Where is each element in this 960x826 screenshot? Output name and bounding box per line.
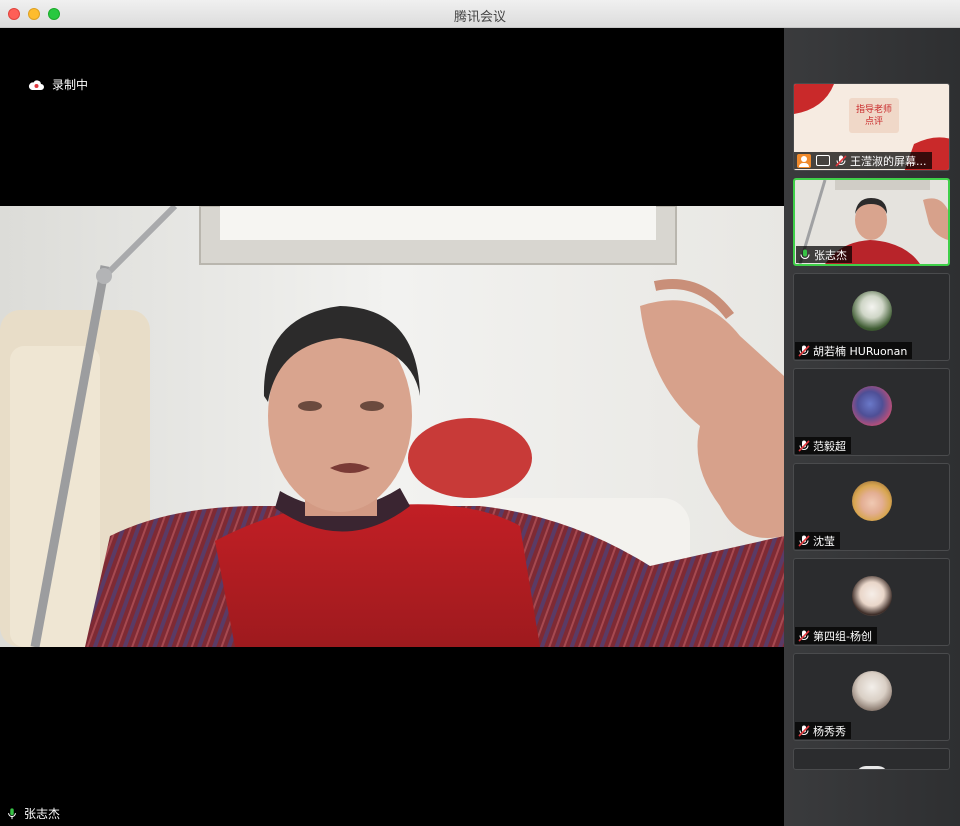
user-icon xyxy=(797,153,811,168)
participant-tile[interactable]: 张志杰 xyxy=(793,178,950,266)
participant-tile[interactable]: 沈莹 xyxy=(793,463,950,551)
participant-tile-partial[interactable] xyxy=(793,748,950,770)
participant-label: 张志杰 xyxy=(796,246,852,263)
avatar xyxy=(852,671,892,711)
screen-share-name: 王滢淑的屏幕... xyxy=(850,154,927,168)
participant-name: 张志杰 xyxy=(814,248,847,262)
microphone-muted-icon xyxy=(835,154,847,167)
participant-label: 第四组-杨创 xyxy=(795,627,877,644)
participant-label: 范毅超 xyxy=(795,437,851,454)
microphone-icon xyxy=(800,249,810,259)
main-speaker-name: 张志杰 xyxy=(24,807,61,821)
speaker-video-frame xyxy=(0,206,784,647)
window-title: 腾讯会议 xyxy=(453,10,506,25)
participant-name: 胡若楠 HURuonan xyxy=(813,344,908,358)
participant-name: 沈莹 xyxy=(813,534,835,548)
microphone-icon xyxy=(8,807,16,819)
microphone-muted-icon xyxy=(798,629,810,642)
main-stage: 录制中 张志杰 xyxy=(0,28,784,826)
participant-name: 第四组-杨创 xyxy=(813,629,872,643)
recording-label: 录制中 xyxy=(52,78,89,92)
avatar xyxy=(852,386,892,426)
microphone-muted-icon xyxy=(798,534,810,547)
participant-label: 杨秀秀 xyxy=(795,722,851,739)
cloud-recording-icon xyxy=(28,79,44,90)
participant-label: 胡若楠 HURuonan xyxy=(795,342,913,359)
microphone-muted-icon xyxy=(798,344,810,357)
avatar xyxy=(852,291,892,331)
participant-name: 杨秀秀 xyxy=(813,724,846,738)
participant-tile[interactable]: 第四组-杨创 xyxy=(793,558,950,646)
share-banner-line1: 指导老师 xyxy=(855,105,892,115)
title-bar: 腾讯会议 xyxy=(0,0,960,28)
avatar xyxy=(852,481,892,521)
avatar xyxy=(852,576,892,616)
microphone-muted-icon xyxy=(798,724,810,737)
avatar xyxy=(856,766,888,769)
participant-tile[interactable]: 杨秀秀 xyxy=(793,653,950,741)
screen-share-tile[interactable]: 指导老师 点评 王滢淑的屏幕... xyxy=(793,83,950,171)
participant-sidebar: 指导老师 点评 王滢淑的屏幕... 张志杰 胡若楠 HURuonan 范毅超 沈… xyxy=(784,28,960,826)
participant-tile[interactable]: 范毅超 xyxy=(793,368,950,456)
screen-share-icon xyxy=(816,155,830,166)
participant-name: 范毅超 xyxy=(813,439,846,453)
recording-indicator: 录制中 xyxy=(28,76,88,93)
screen-share-label: 王滢淑的屏幕... xyxy=(794,152,932,169)
main-speaker-video[interactable] xyxy=(0,206,784,647)
participant-tile[interactable]: 胡若楠 HURuonan xyxy=(793,273,950,361)
meeting-window: 腾讯会议 录制中 张志杰 指导老师 点评 王滢淑的屏幕... 张志杰 胡若楠 H… xyxy=(0,0,960,826)
main-speaker-label: 张志杰 xyxy=(6,805,60,822)
microphone-muted-icon xyxy=(798,439,810,452)
share-banner-line2: 点评 xyxy=(864,117,883,127)
participant-label: 沈莹 xyxy=(795,532,840,549)
